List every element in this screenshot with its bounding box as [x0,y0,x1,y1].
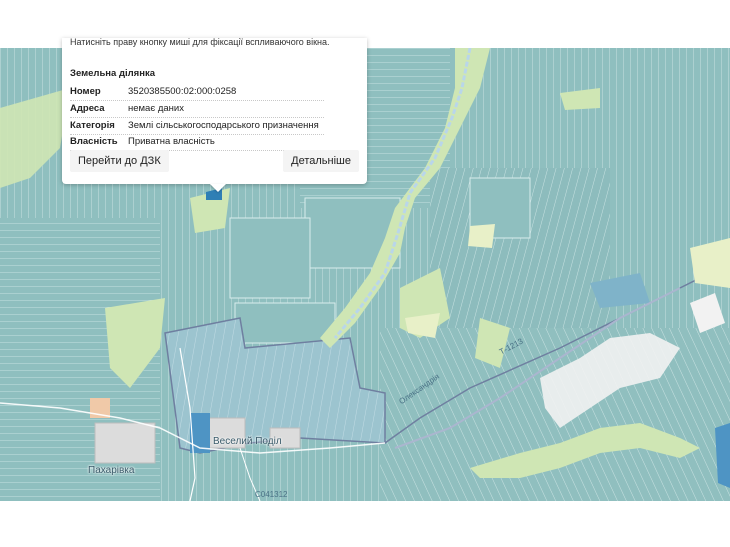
road-label: С041312 [255,490,288,499]
parcel-info-popup: Натисніть праву кнопку миші для фіксації… [62,38,367,184]
popup-row-number: Номер 3520385500:02:000:0258 [70,84,324,101]
popup-hint: Натисніть праву кнопку миші для фіксації… [70,38,330,47]
row-value: немає даних [128,103,184,114]
popup-pointer [210,184,226,192]
popup-row-address: Адреса немає даних [70,101,324,118]
popup-row-category: Категорія Землі сільськогосподарського п… [70,118,324,135]
popup-title: Земельна ділянка [70,68,155,79]
village-block [94,422,156,464]
row-key: Категорія [70,120,115,131]
details-button[interactable]: Детальніше [283,150,359,172]
go-to-dzk-button[interactable]: Перейти до ДЗК [70,150,169,172]
place-label-veselyi-podil: Веселий Поділ [213,436,282,447]
field-block [234,302,336,344]
popup-row-ownership: Власність Приватна власність [70,134,324,151]
row-key: Власність [70,136,118,147]
row-key: Адреса [70,103,105,114]
row-value: Приватна власність [128,136,215,147]
row-value: 3520385500:02:000:0258 [128,86,237,97]
meadow [468,224,495,248]
row-value: Землі сільськогосподарського призначення [128,120,319,131]
place-label-pakharivka: Пахарівка [88,465,135,476]
row-key: Номер [70,86,101,97]
field-block [229,217,311,299]
